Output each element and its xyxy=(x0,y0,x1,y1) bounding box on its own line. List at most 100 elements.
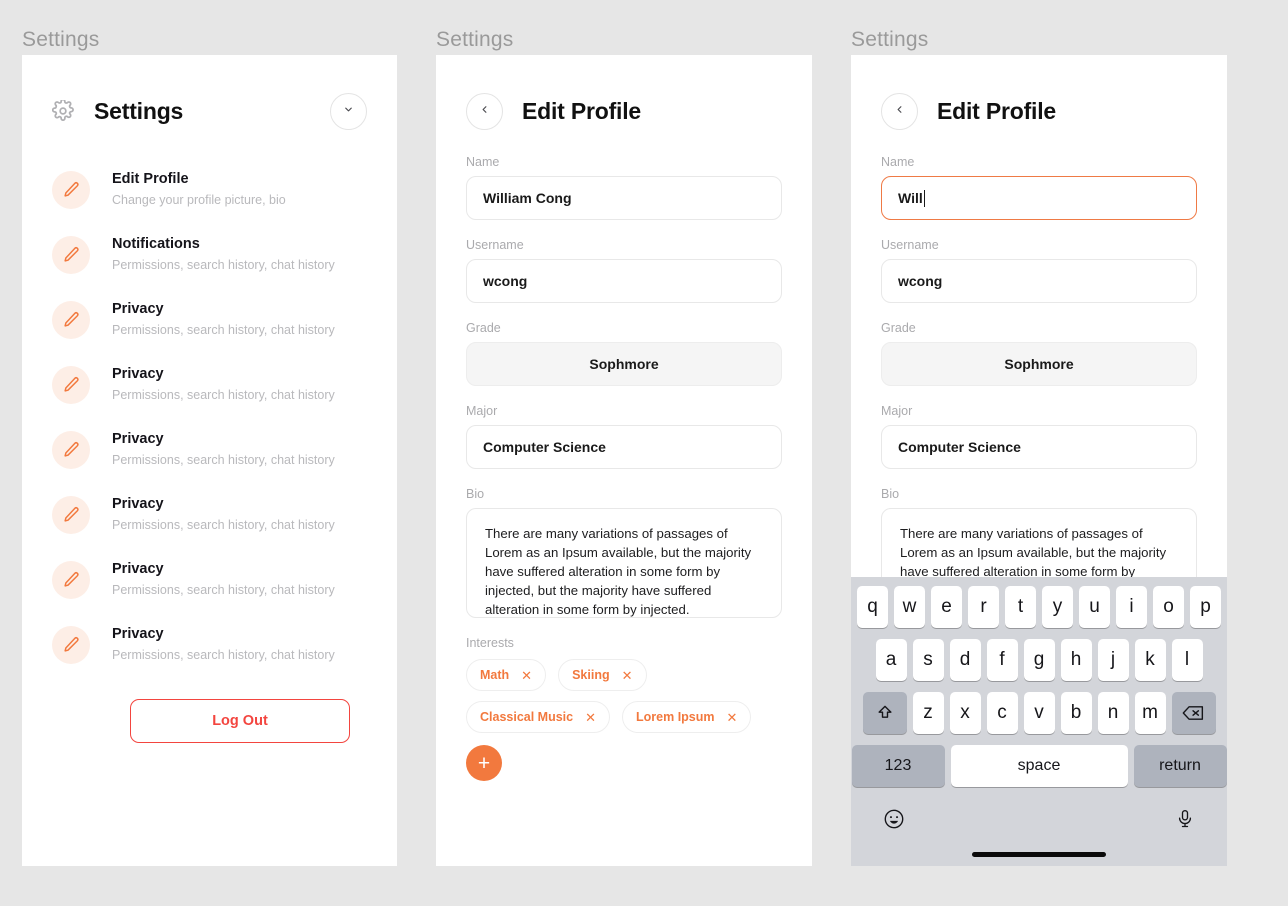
sidebar-item-privacy-6[interactable]: Privacy Permissions, search history, cha… xyxy=(52,612,367,677)
key-b[interactable]: b xyxy=(1060,692,1092,734)
page-title: Edit Profile xyxy=(522,97,642,124)
shift-icon[interactable] xyxy=(862,692,907,734)
microphone-icon[interactable] xyxy=(1175,808,1195,835)
key-y[interactable]: y xyxy=(1042,586,1073,628)
name-input-value: Will xyxy=(898,190,923,206)
key-e[interactable]: e xyxy=(931,586,962,628)
major-input[interactable]: Computer Science xyxy=(466,425,782,469)
key-t[interactable]: t xyxy=(1005,586,1036,628)
home-indicator xyxy=(972,852,1106,857)
settings-header: Settings xyxy=(52,85,367,137)
edit-profile-header: Edit Profile xyxy=(881,85,1197,137)
edit-profile-header: Edit Profile xyxy=(466,85,782,137)
sidebar-item-edit-profile[interactable]: Edit Profile Change your profile picture… xyxy=(52,157,367,222)
space-key[interactable]: space xyxy=(950,745,1128,787)
back-button[interactable] xyxy=(466,92,503,130)
major-label: Major xyxy=(881,404,913,418)
keyboard-row-3: z x c v b n m xyxy=(851,692,1227,734)
screenshot-canvas: Settings Settings Edit Profile Change yo… xyxy=(0,0,1288,906)
list-item-title: Privacy xyxy=(112,496,164,513)
back-button[interactable] xyxy=(881,92,918,130)
pencil-icon xyxy=(52,365,90,404)
page-title: Edit Profile xyxy=(937,97,1057,124)
keyboard-row-2: a s d f g h j k l xyxy=(851,639,1227,681)
key-f[interactable]: f xyxy=(986,639,1018,681)
close-icon[interactable]: ✕ xyxy=(521,669,532,682)
return-key[interactable]: return xyxy=(1133,745,1227,787)
list-item-title: Privacy xyxy=(112,366,164,383)
key-g[interactable]: g xyxy=(1023,639,1055,681)
sidebar-item-privacy-1[interactable]: Privacy Permissions, search history, cha… xyxy=(52,287,367,352)
interest-chip-skiing[interactable]: Skiing ✕ xyxy=(558,659,647,691)
key-n[interactable]: n xyxy=(1097,692,1129,734)
frame-label-settings-2: Settings xyxy=(436,28,514,51)
key-d[interactable]: d xyxy=(949,639,981,681)
sidebar-item-privacy-5[interactable]: Privacy Permissions, search history, cha… xyxy=(52,547,367,612)
key-x[interactable]: x xyxy=(949,692,981,734)
bio-textarea[interactable]: There are many variations of passages of… xyxy=(466,508,782,618)
close-icon[interactable]: ✕ xyxy=(622,669,633,682)
pencil-icon xyxy=(52,625,90,664)
key-v[interactable]: v xyxy=(1023,692,1055,734)
name-input[interactable]: William Cong xyxy=(466,176,782,220)
list-item-subtitle: Permissions, search history, chat histor… xyxy=(112,583,335,598)
emoji-icon[interactable] xyxy=(883,808,905,835)
username-input[interactable]: wcong xyxy=(466,259,782,303)
list-item-subtitle: Permissions, search history, chat histor… xyxy=(112,388,335,403)
keyboard-row-4: 123 space return xyxy=(851,745,1227,787)
list-item-title: Privacy xyxy=(112,626,164,643)
collapse-button[interactable] xyxy=(330,92,367,130)
key-l[interactable]: l xyxy=(1171,639,1203,681)
list-item-subtitle: Permissions, search history, chat histor… xyxy=(112,648,335,663)
interest-chip-classical-music[interactable]: Classical Music ✕ xyxy=(466,701,611,733)
username-input[interactable]: wcong xyxy=(881,259,1197,303)
key-j[interactable]: j xyxy=(1097,639,1129,681)
close-icon[interactable]: ✕ xyxy=(727,711,738,724)
close-icon[interactable]: ✕ xyxy=(585,711,596,724)
sidebar-item-privacy-3[interactable]: Privacy Permissions, search history, cha… xyxy=(52,417,367,482)
sidebar-item-privacy-2[interactable]: Privacy Permissions, search history, cha… xyxy=(52,352,367,417)
key-k[interactable]: k xyxy=(1134,639,1166,681)
key-h[interactable]: h xyxy=(1060,639,1092,681)
key-p[interactable]: p xyxy=(1190,586,1221,628)
grade-select[interactable]: Sophmore xyxy=(881,342,1197,386)
key-q[interactable]: q xyxy=(857,586,888,628)
key-r[interactable]: r xyxy=(968,586,999,628)
key-c[interactable]: c xyxy=(986,692,1018,734)
key-u[interactable]: u xyxy=(1079,586,1110,628)
sidebar-item-privacy-4[interactable]: Privacy Permissions, search history, cha… xyxy=(52,482,367,547)
username-label: Username xyxy=(881,238,939,252)
page-title: Settings xyxy=(94,97,184,124)
name-field-group: Name Will xyxy=(881,155,1197,220)
sidebar-item-notifications[interactable]: Notifications Permissions, search histor… xyxy=(52,222,367,287)
add-interest-button[interactable]: + xyxy=(466,745,502,781)
major-input[interactable]: Computer Science xyxy=(881,425,1197,469)
major-field-group: Major Computer Science xyxy=(881,404,1197,469)
logout-button[interactable]: Log Out xyxy=(130,699,350,743)
backspace-icon[interactable] xyxy=(1171,692,1216,734)
bio-label: Bio xyxy=(881,487,900,501)
grade-select[interactable]: Sophmore xyxy=(466,342,782,386)
major-label: Major xyxy=(466,404,498,418)
key-o[interactable]: o xyxy=(1153,586,1184,628)
key-i[interactable]: i xyxy=(1116,586,1147,628)
chip-label: Math xyxy=(480,668,510,682)
numbers-key[interactable]: 123 xyxy=(851,745,945,787)
interest-chip-lorem-ipsum[interactable]: Lorem Ipsum ✕ xyxy=(622,701,752,733)
key-a[interactable]: a xyxy=(875,639,907,681)
major-field-group: Major Computer Science xyxy=(466,404,782,469)
key-m[interactable]: m xyxy=(1134,692,1166,734)
grade-field-group: Grade Sophmore xyxy=(881,321,1197,386)
list-item-subtitle: Change your profile picture, bio xyxy=(112,193,286,208)
name-input-focused[interactable]: Will xyxy=(881,176,1197,220)
key-w[interactable]: w xyxy=(894,586,925,628)
key-z[interactable]: z xyxy=(912,692,944,734)
settings-panel: Settings Edit Profile Change your profil… xyxy=(22,55,397,866)
frame-label-settings-1: Settings xyxy=(22,28,100,51)
chip-label: Skiing xyxy=(572,668,610,682)
frame-label-settings-3: Settings xyxy=(851,28,929,51)
interests-label: Interests xyxy=(466,636,514,650)
chip-label: Classical Music xyxy=(480,710,574,724)
key-s[interactable]: s xyxy=(912,639,944,681)
interest-chip-math[interactable]: Math ✕ xyxy=(466,659,547,691)
